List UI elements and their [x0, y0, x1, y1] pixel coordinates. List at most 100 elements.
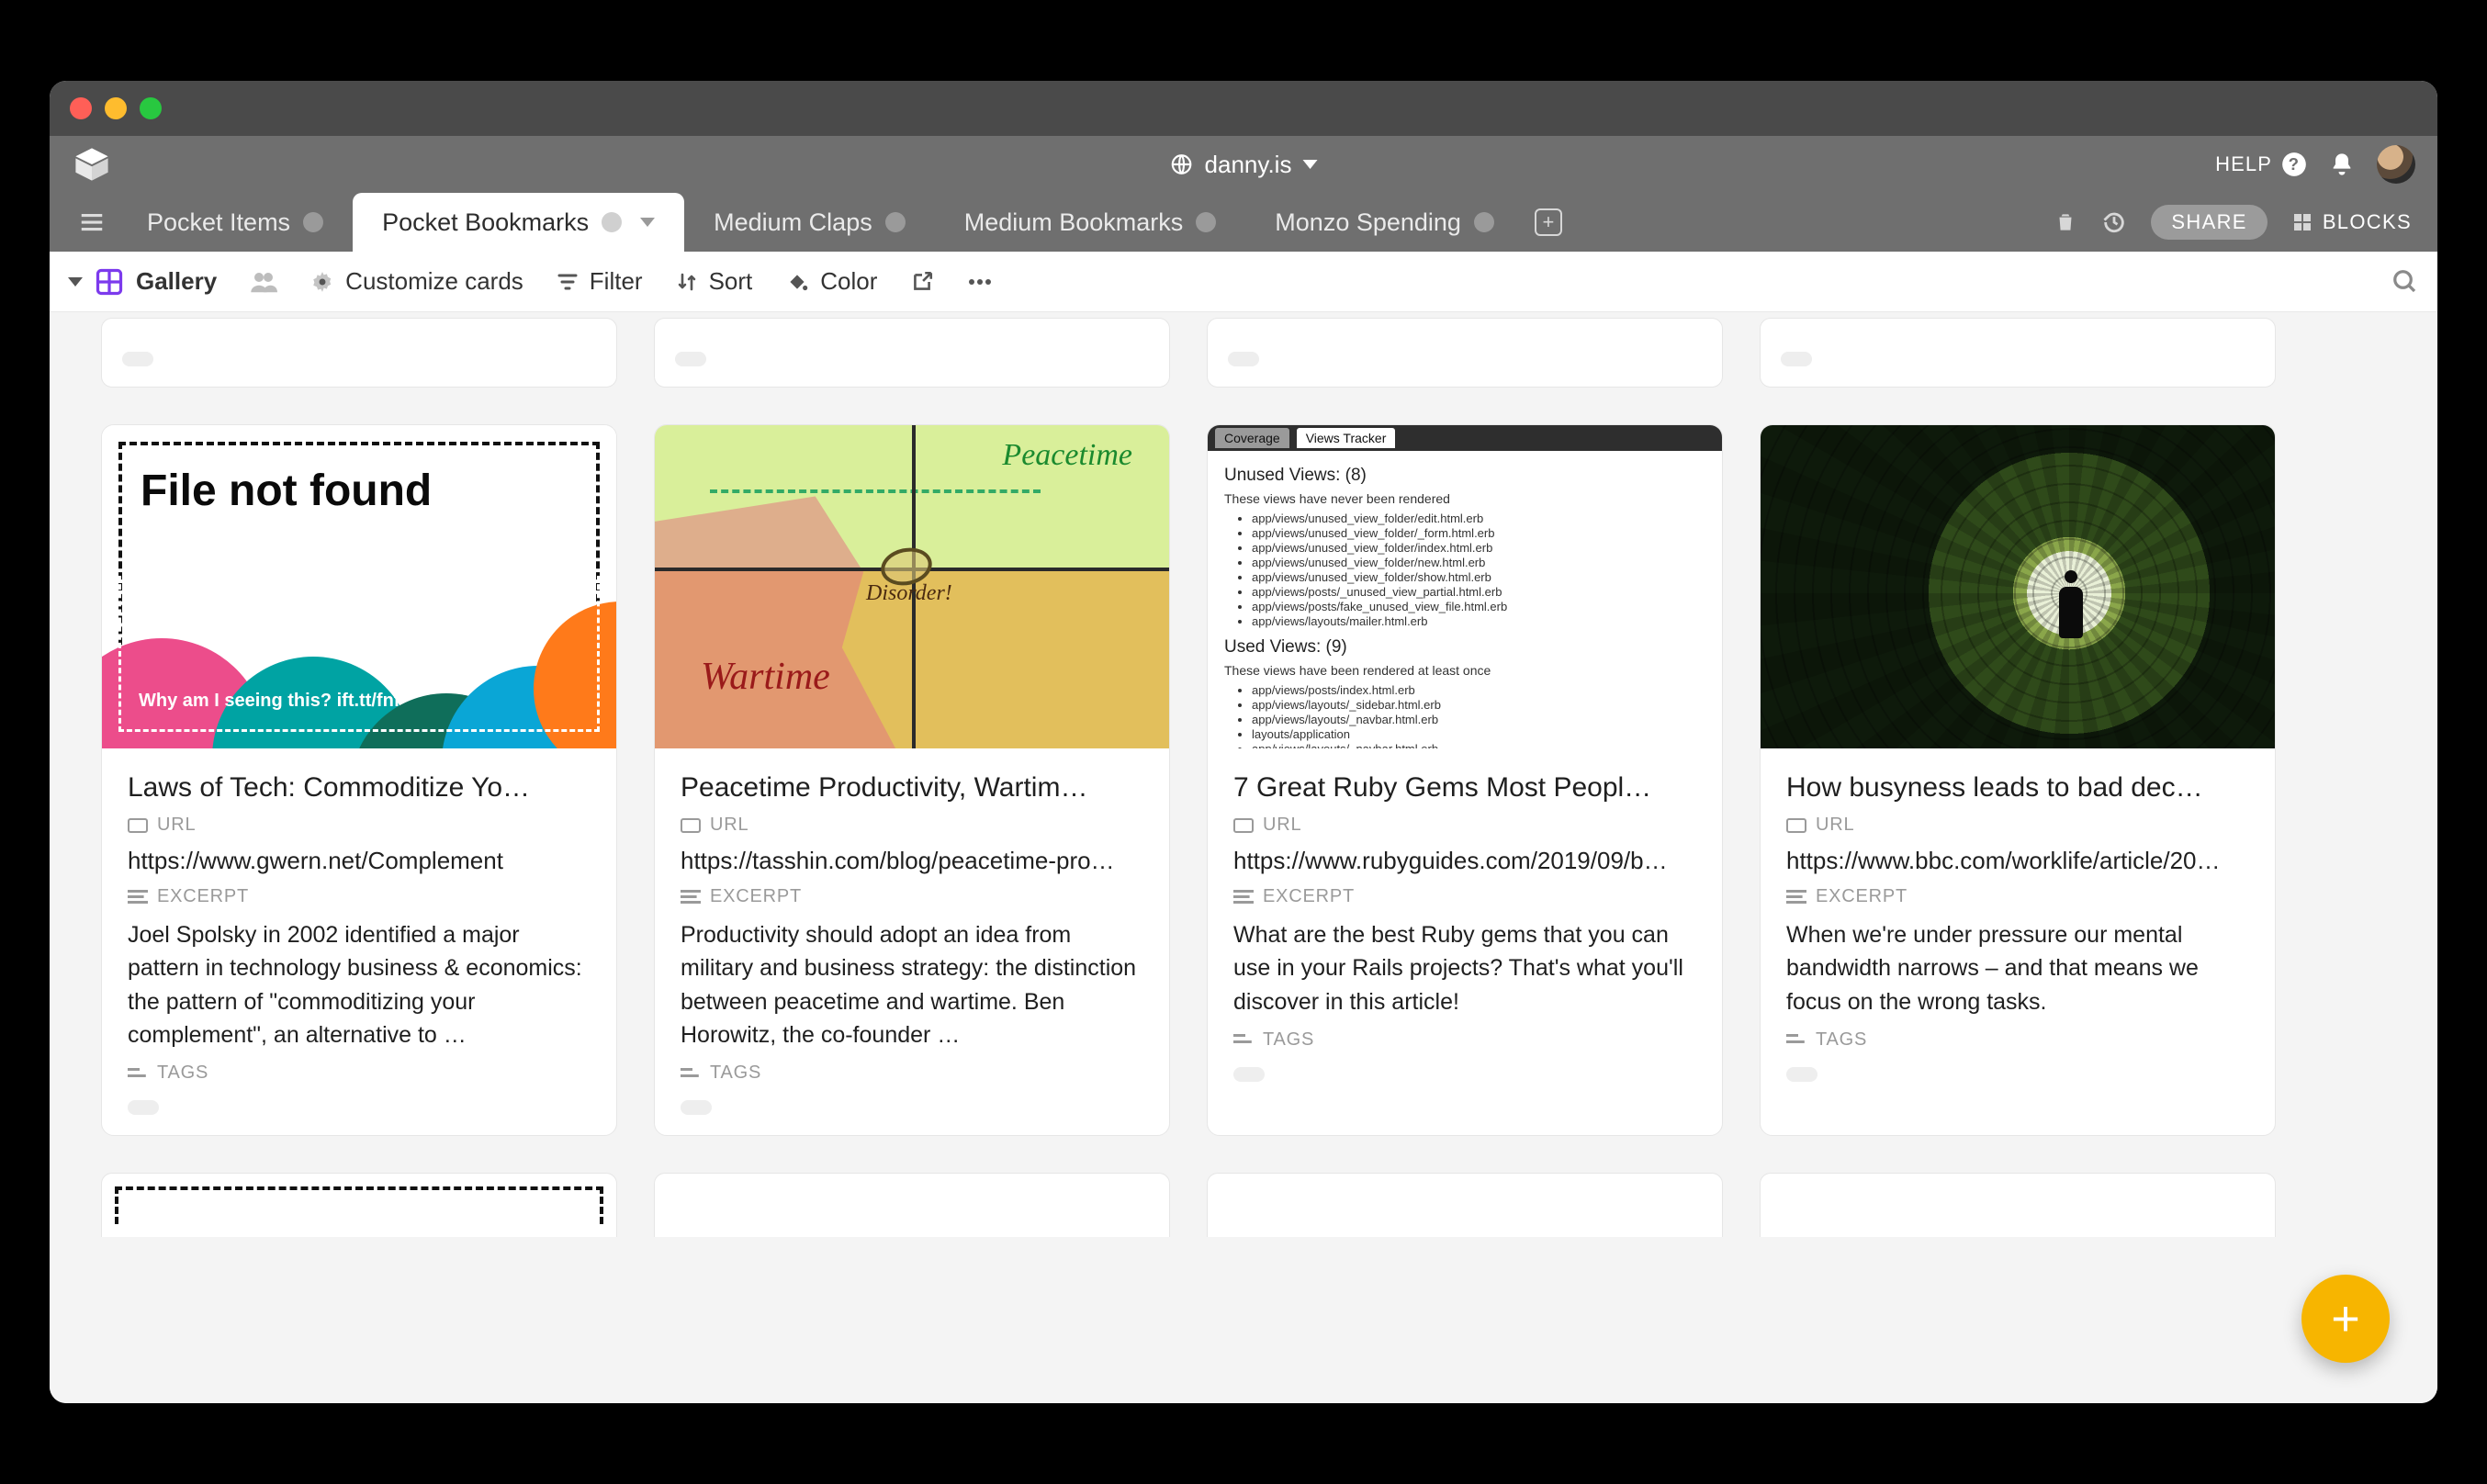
add-table-button[interactable]: +	[1524, 193, 1573, 252]
history-icon[interactable]	[2101, 209, 2127, 235]
card-cover: Coverage Views Tracker Unused Views: (8)…	[1208, 425, 1722, 748]
tag-icon	[1786, 1032, 1806, 1047]
card-stub[interactable]	[654, 318, 1170, 388]
tab-medium-bookmarks[interactable]: Medium Bookmarks	[935, 193, 1246, 252]
cover-label: Disorder!	[866, 581, 952, 606]
empty-tag-pill	[1786, 1067, 1817, 1082]
card-excerpt: When we're under pressure our mental ban…	[1786, 918, 2249, 1018]
field-label-tags: TAGS	[128, 1062, 591, 1084]
card-stub[interactable]	[1760, 318, 2276, 388]
tab-monzo-spending[interactable]: Monzo Spending	[1245, 193, 1524, 252]
card-excerpt: Productivity should adopt an idea from m…	[681, 918, 1143, 1051]
filter-button[interactable]: Filter	[557, 267, 643, 296]
cover-subheading: These views have been rendered at least …	[1224, 663, 1705, 678]
card-stub[interactable]	[101, 1173, 617, 1237]
sort-icon	[676, 271, 698, 293]
link-icon	[1233, 818, 1254, 833]
search-icon[interactable]	[2391, 268, 2419, 296]
tab-pocket-items[interactable]: Pocket Items	[118, 193, 353, 252]
app-header: danny.is HELP ?	[50, 136, 2437, 193]
card-excerpt: Joel Spolsky in 2002 identified a major …	[128, 918, 591, 1051]
fullscreen-window-dot[interactable]	[140, 97, 162, 119]
card-stub[interactable]	[1207, 1173, 1723, 1237]
record-card[interactable]: How busyness leads to bad dec… URL https…	[1760, 424, 2276, 1136]
card-excerpt: What are the best Ruby gems that you can…	[1233, 918, 1696, 1018]
link-icon	[1786, 818, 1806, 833]
paint-bucket-icon	[785, 270, 809, 294]
app-logo-icon[interactable]	[72, 144, 112, 185]
base-name: danny.is	[1205, 151, 1292, 179]
silhouette-icon	[2059, 587, 2083, 638]
collaborators-icon[interactable]	[250, 270, 277, 294]
field-label-excerpt: EXCERPT	[128, 886, 591, 907]
tab-label: Pocket Bookmarks	[382, 208, 589, 237]
info-icon	[602, 212, 622, 232]
gear-icon	[310, 270, 334, 294]
view-name: Gallery	[136, 267, 217, 296]
text-icon	[681, 890, 701, 905]
cover-subheading: These views have never been rendered	[1224, 491, 1705, 506]
empty-tag-pill	[1233, 1067, 1265, 1082]
card-stub[interactable]	[654, 1173, 1170, 1237]
empty-tag-pill	[681, 1100, 712, 1115]
more-menu-button[interactable]	[967, 277, 993, 287]
mac-traffic-bar	[50, 81, 2437, 136]
sort-button[interactable]: Sort	[676, 267, 753, 296]
info-icon	[1196, 212, 1216, 232]
card-cover	[1761, 425, 2275, 748]
card-row: File not found Why am I seeing this? ift…	[101, 424, 2412, 1136]
card-title: Peacetime Productivity, Wartim…	[681, 772, 1143, 804]
color-label: Color	[820, 267, 877, 296]
bell-icon[interactable]	[2329, 152, 2355, 177]
field-label-url: URL	[128, 815, 591, 836]
card-url: https://tasshin.com/blog/peacetime-pro…	[681, 847, 1143, 875]
base-switcher[interactable]: danny.is	[1170, 151, 1318, 179]
card-stub[interactable]	[101, 318, 617, 388]
add-record-fab[interactable]: +	[2301, 1275, 2390, 1363]
card-stub[interactable]	[1207, 318, 1723, 388]
user-avatar[interactable]	[2377, 145, 2415, 184]
tab-medium-claps[interactable]: Medium Claps	[684, 193, 935, 252]
help-icon: ?	[2281, 152, 2307, 177]
tag-icon	[128, 1066, 148, 1081]
tab-pocket-bookmarks[interactable]: Pocket Bookmarks	[353, 193, 684, 252]
app-window: danny.is HELP ? Pocket Items Pocket Book…	[50, 81, 2437, 1403]
card-url: https://www.rubyguides.com/2019/09/b…	[1233, 847, 1696, 875]
cover-tab: Coverage	[1215, 428, 1289, 448]
help-button[interactable]: HELP ?	[2215, 152, 2307, 177]
sort-label: Sort	[709, 267, 753, 296]
open-external-button[interactable]	[910, 270, 934, 294]
card-stub[interactable]	[1760, 1173, 2276, 1237]
blocks-button[interactable]: BLOCKS	[2291, 210, 2412, 234]
minimize-window-dot[interactable]	[105, 97, 127, 119]
view-switcher[interactable]: Gallery	[68, 267, 217, 296]
sidebar-toggle[interactable]	[66, 193, 118, 252]
info-icon	[1474, 212, 1494, 232]
cover-heading: Unused Views: (8)	[1224, 466, 1705, 486]
tag-icon	[681, 1066, 701, 1081]
card-cover: File not found Why am I seeing this? ift…	[102, 425, 616, 748]
customize-cards-button[interactable]: Customize cards	[310, 267, 523, 296]
cover-label: Peacetime	[1002, 438, 1132, 473]
card-url: https://www.bbc.com/worklife/article/20…	[1786, 847, 2249, 875]
field-label-excerpt: EXCERPT	[1233, 886, 1696, 907]
info-icon	[303, 212, 323, 232]
record-card[interactable]: Coverage Views Tracker Unused Views: (8)…	[1207, 424, 1723, 1136]
record-card[interactable]: Peacetime Disorder! Wartime Peacetime Pr…	[654, 424, 1170, 1136]
record-card[interactable]: File not found Why am I seeing this? ift…	[101, 424, 617, 1136]
tables-tabbar: Pocket Items Pocket Bookmarks Medium Cla…	[50, 193, 2437, 252]
link-icon	[128, 818, 148, 833]
field-label-tags: TAGS	[1233, 1029, 1696, 1051]
field-label-url: URL	[681, 815, 1143, 836]
trash-icon[interactable]	[2054, 210, 2077, 234]
external-link-icon	[910, 270, 934, 294]
next-card-row	[101, 1173, 2412, 1237]
color-button[interactable]: Color	[785, 267, 877, 296]
text-icon	[1233, 890, 1254, 905]
gallery-content[interactable]: File not found Why am I seeing this? ift…	[50, 312, 2437, 1403]
share-button[interactable]: SHARE	[2151, 205, 2267, 240]
cover-list-unused: app/views/unused_view_folder/edit.html.e…	[1252, 512, 1705, 628]
close-window-dot[interactable]	[70, 97, 92, 119]
hamburger-icon	[78, 208, 106, 236]
tag-icon	[1233, 1032, 1254, 1047]
